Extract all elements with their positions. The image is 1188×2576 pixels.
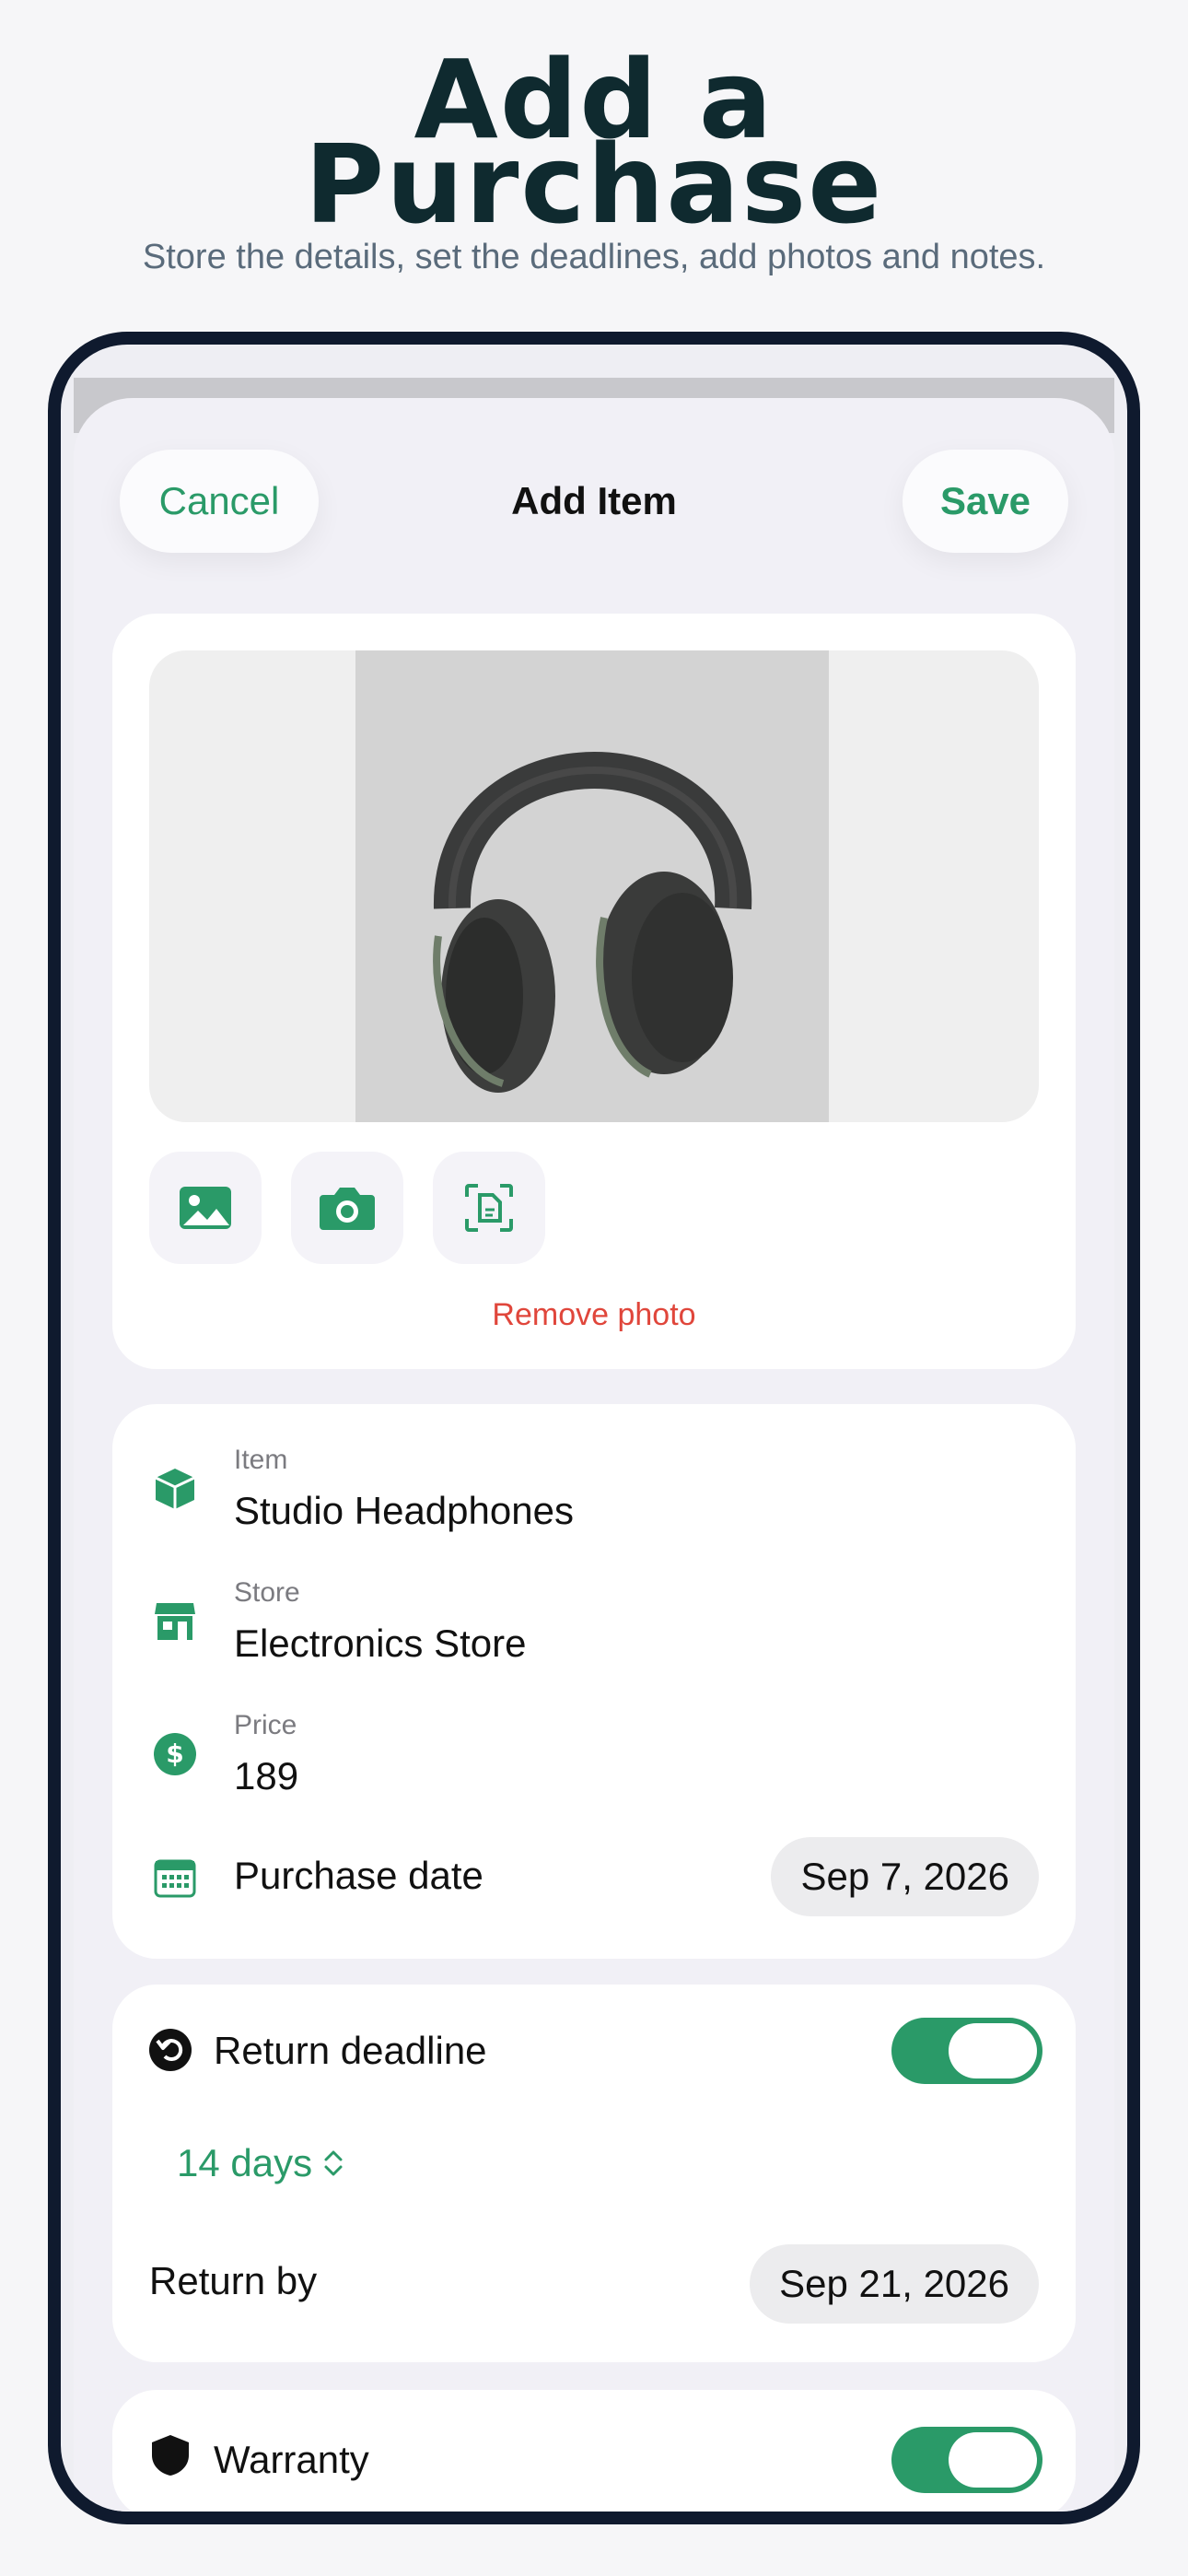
camera-icon (320, 1188, 375, 1230)
store-field[interactable]: Electronics Store (234, 1622, 526, 1666)
item-field[interactable]: Studio Headphones (234, 1489, 574, 1533)
return-days-picker[interactable]: 14 days (177, 2141, 344, 2185)
return-deadline-toggle[interactable] (891, 2018, 1042, 2084)
phone-frame: Add Item Cancel Save Remove photo Item S… (48, 332, 1140, 2524)
price-label: Price (234, 1710, 297, 1740)
remove-photo-button[interactable]: Remove photo (112, 1297, 1076, 1333)
hero-title: Add a Purchase (0, 45, 1188, 248)
purchase-date-picker[interactable]: Sep 7, 2026 (771, 1837, 1039, 1916)
box-icon (149, 1463, 201, 1515)
details-card: Item Studio Headphones Store Electronics… (112, 1404, 1076, 1959)
calendar-icon (149, 1852, 201, 1903)
dollar-icon: $ (149, 1728, 201, 1780)
photo-library-icon (180, 1187, 231, 1229)
shield-icon (147, 2432, 193, 2478)
hero-title-line2: Purchase (304, 121, 884, 248)
headphones-photo (355, 650, 829, 1122)
warranty-card: Warranty (112, 2390, 1076, 2512)
return-days-value: 14 days (177, 2141, 313, 2184)
return-by-date-picker[interactable]: Sep 21, 2026 (750, 2244, 1039, 2324)
cancel-button[interactable]: Cancel (120, 450, 319, 553)
purchase-date-label: Purchase date (234, 1854, 483, 1897)
scan-document-button[interactable] (433, 1152, 545, 1264)
warranty-toggle[interactable] (891, 2427, 1042, 2493)
photo-card: Remove photo (112, 614, 1076, 1369)
hero-subtitle: Store the details, set the deadlines, ad… (142, 238, 1046, 276)
return-deadline-label: Return deadline (214, 2029, 487, 2072)
svg-text:$: $ (166, 1739, 183, 1769)
toggle-knob (949, 2432, 1037, 2488)
price-field[interactable]: 189 (234, 1754, 298, 1798)
document-scan-icon (465, 1184, 513, 1232)
warranty-label: Warranty (214, 2438, 369, 2481)
take-photo-button[interactable] (291, 1152, 403, 1264)
add-item-sheet: Add Item Cancel Save Remove photo Item S… (74, 398, 1114, 2512)
store-icon (149, 1596, 201, 1647)
save-button[interactable]: Save (903, 450, 1068, 553)
choose-photo-button[interactable] (149, 1152, 262, 1264)
item-label: Item (234, 1445, 288, 1475)
store-label: Store (234, 1577, 300, 1608)
toggle-knob (949, 2023, 1037, 2078)
return-deadline-card: Return deadline 14 days Return by Sep 21… (112, 1985, 1076, 2362)
return-arrow-icon (147, 2027, 193, 2073)
return-by-label: Return by (149, 2259, 318, 2302)
chevron-up-down-icon (324, 2150, 343, 2176)
photo-preview (149, 650, 1039, 1122)
